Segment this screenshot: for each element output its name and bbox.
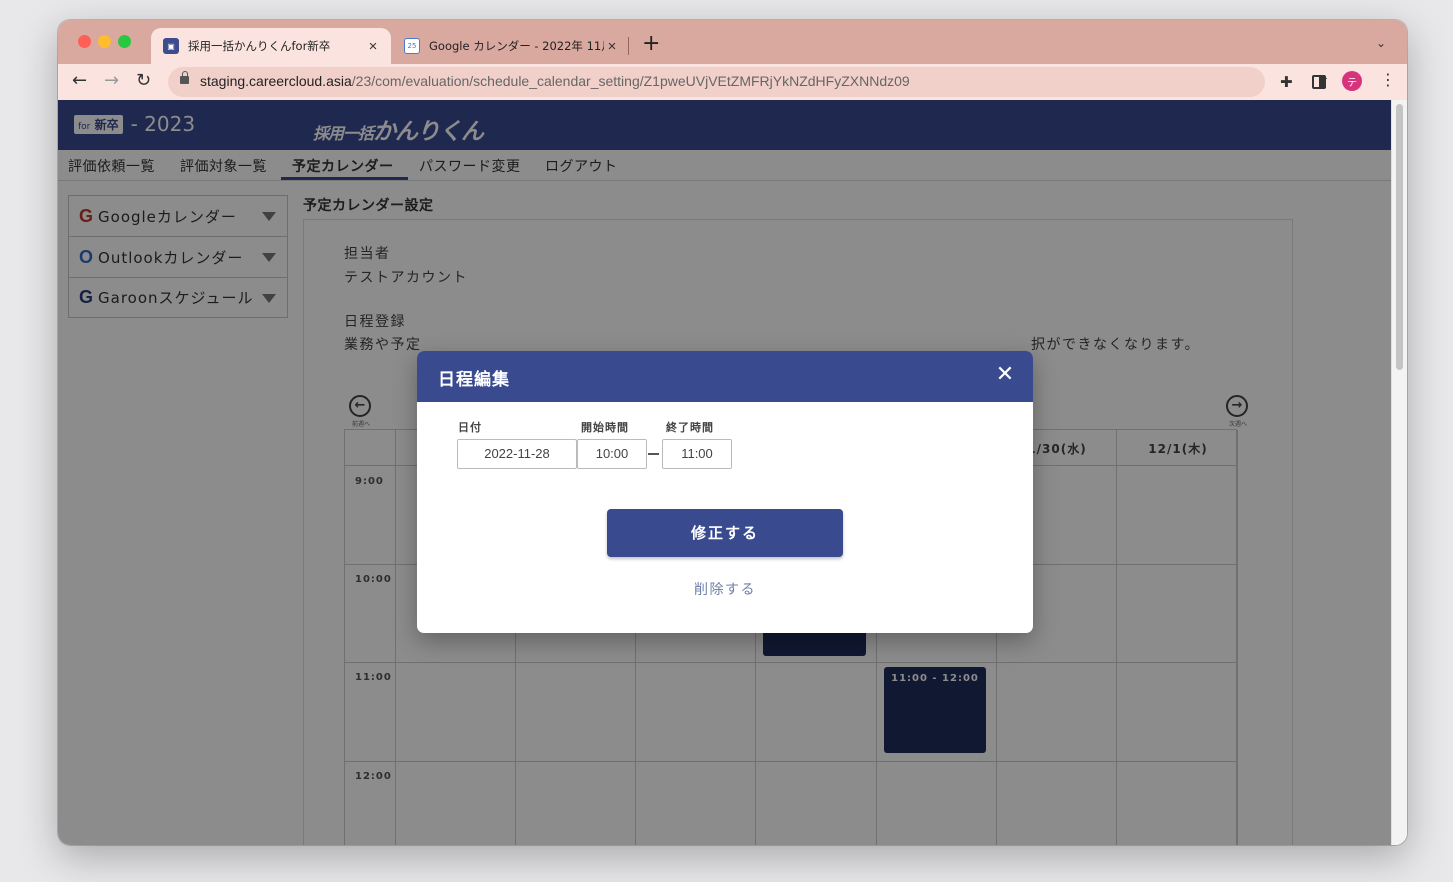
- tab-search-chevron-down-icon[interactable]: ⌄: [1376, 36, 1386, 50]
- update-button[interactable]: 修正する: [607, 509, 843, 557]
- start-time-label: 開始時間: [581, 421, 629, 434]
- tab-close-icon[interactable]: ×: [365, 38, 381, 55]
- back-arrow-icon[interactable]: ←: [72, 70, 87, 92]
- forward-arrow-icon[interactable]: →: [104, 70, 119, 92]
- start-time-field[interactable]: 10:00: [577, 439, 647, 469]
- kanrikun-favicon-icon: ▣: [163, 38, 179, 54]
- date-field[interactable]: 2022-11-28: [457, 439, 577, 469]
- page-scrollbar-thumb[interactable]: [1396, 104, 1403, 370]
- tab-strip: ▣ 採用一括かんりくんfor新卒 × 25 Google カレンダー - 202…: [58, 20, 1407, 64]
- page-scrollbar[interactable]: [1391, 100, 1407, 845]
- close-window-button[interactable]: [78, 35, 91, 48]
- tab-close-icon[interactable]: ×: [604, 38, 620, 55]
- modal-title: 日程編集: [438, 370, 510, 390]
- minimize-window-button[interactable]: [98, 35, 111, 48]
- modal-header: 日程編集 ✕: [417, 351, 1033, 402]
- lock-icon[interactable]: [180, 71, 189, 84]
- tab-title: Google カレンダー - 2022年 11月: [429, 39, 604, 53]
- end-time-field[interactable]: 11:00: [662, 439, 732, 469]
- url-text[interactable]: staging.careercloud.asia/23/com/evaluati…: [200, 73, 910, 89]
- tab-separator: [628, 37, 629, 55]
- extensions-puzzle-icon[interactable]: ✚: [1280, 73, 1293, 91]
- tab-google-calendar[interactable]: 25 Google カレンダー - 2022年 11月 ×: [396, 28, 628, 64]
- zoom-window-button[interactable]: [118, 35, 131, 48]
- google-calendar-favicon-icon: 25: [404, 38, 420, 54]
- browser-menu-kebab-icon[interactable]: ⋮: [1380, 70, 1396, 89]
- date-label: 日付: [458, 421, 482, 434]
- web-page: 採用一括かんりくん for 新卒 - 2023 評価依頼一覧 評価対象一覧 予定…: [58, 100, 1391, 845]
- delete-link[interactable]: 削除する: [607, 579, 843, 599]
- reload-icon[interactable]: ↻: [136, 70, 151, 92]
- new-tab-plus-icon[interactable]: +: [642, 33, 660, 55]
- tab-title: 採用一括かんりくんfor新卒: [188, 39, 331, 53]
- schedule-edit-modal: 日程編集 ✕ 日付 開始時間 終了時間 2022-11-28 10:00 11:…: [417, 351, 1033, 633]
- side-panel-icon[interactable]: [1312, 75, 1326, 89]
- close-icon[interactable]: ✕: [995, 364, 1015, 386]
- time-range-dash: [648, 453, 659, 455]
- tab-kanrikun[interactable]: ▣ 採用一括かんりくんfor新卒 ×: [151, 28, 391, 64]
- browser-toolbar: ← → ↻ staging.careercloud.asia/23/com/ev…: [58, 64, 1407, 100]
- browser-window: ▣ 採用一括かんりくんfor新卒 × 25 Google カレンダー - 202…: [58, 20, 1407, 845]
- end-time-label: 終了時間: [666, 421, 714, 434]
- profile-avatar[interactable]: テ: [1342, 71, 1362, 91]
- address-bar[interactable]: staging.careercloud.asia/23/com/evaluati…: [168, 67, 1362, 97]
